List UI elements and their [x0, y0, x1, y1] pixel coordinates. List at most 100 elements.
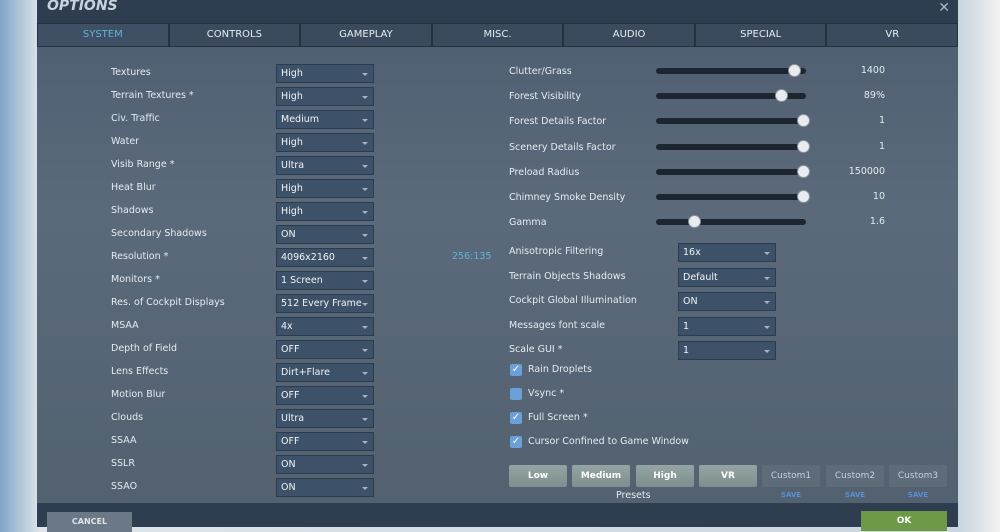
slider-value: 1 [878, 115, 885, 127]
preset-low-button[interactable]: Low [509, 465, 567, 487]
setting-dropdown[interactable]: Default [678, 267, 776, 287]
setting-dropdown[interactable]: Ultra [276, 409, 374, 428]
setting-dropdown[interactable]: High [276, 202, 374, 221]
checkbox-label: Rain Droplets [528, 364, 592, 375]
setting-row: Terrain Objects Shadows Default [509, 267, 809, 287]
slider-label: Scenery Details Factor [509, 141, 616, 153]
setting-dropdown[interactable]: 16x [678, 243, 776, 262]
slider-knob[interactable] [797, 190, 810, 203]
slider-knob[interactable] [687, 215, 701, 229]
slider-knob[interactable] [774, 89, 788, 103]
preset-custom2-button[interactable]: Custom2 [826, 465, 884, 487]
checkmark-icon[interactable]: ✓ [510, 436, 522, 448]
checkmark-icon[interactable]: ✓ [510, 412, 522, 424]
setting-row: Water High [111, 133, 411, 152]
preset-custom3-button[interactable]: Custom3 [889, 465, 947, 487]
slider-row: Forest Details Factor 1 [509, 113, 929, 129]
setting-dropdown[interactable]: OFF [276, 432, 374, 451]
setting-row: Visib Range * Ultra [111, 156, 411, 175]
setting-row: Textures High [111, 64, 411, 83]
setting-row: Shadows High [111, 202, 411, 221]
setting-label: Secondary Shadows [111, 228, 207, 239]
setting-dropdown[interactable]: High [276, 133, 374, 152]
setting-label: SSLR [111, 458, 135, 469]
preset-high-button[interactable]: High [636, 465, 694, 487]
setting-label: Visib Range * [111, 159, 175, 170]
slider-track[interactable] [656, 139, 810, 153]
setting-dropdown[interactable]: ON [276, 225, 374, 244]
setting-row: Lens Effects Dirt+Flare [111, 363, 411, 382]
ok-button[interactable]: OK [861, 511, 947, 531]
setting-dropdown[interactable]: OFF [276, 340, 374, 359]
footer: CANCEL OK [37, 503, 958, 532]
setting-dropdown[interactable]: ON [276, 478, 374, 497]
setting-dropdown[interactable]: ON [276, 455, 374, 474]
setting-row: Cockpit Global Illumination ON [509, 292, 809, 311]
setting-label: Depth of Field [111, 343, 178, 354]
setting-dropdown[interactable]: 1 [678, 341, 776, 360]
slider-track[interactable] [656, 215, 806, 229]
slider-row: Chimney Smoke Density 10 [509, 189, 929, 205]
setting-row: Monitors * 1 Screen [111, 271, 411, 290]
tab-audio[interactable]: AUDIO [563, 23, 695, 47]
slider-knob[interactable] [797, 114, 810, 128]
setting-dropdown[interactable]: High [276, 179, 374, 198]
slider-track[interactable] [656, 190, 810, 203]
tab-vr[interactable]: VR [826, 23, 959, 47]
aspect-ratio: 256:135 [452, 251, 492, 262]
slider-knob[interactable] [788, 64, 801, 77]
checkbox-label: Vsync * [528, 388, 565, 399]
setting-dropdown[interactable]: 1 Screen [276, 271, 374, 290]
checkbox-empty[interactable] [510, 388, 522, 400]
setting-label: MSAA [111, 320, 139, 331]
slider-knob[interactable] [797, 139, 810, 153]
slider-value: 150000 [848, 165, 885, 177]
setting-dropdown[interactable]: 4x [276, 317, 374, 336]
setting-dropdown[interactable]: 1 [678, 316, 776, 336]
setting-label: Clouds [111, 412, 144, 423]
setting-row: SSLR ON [111, 455, 411, 474]
setting-label: Scale GUI * [509, 344, 563, 355]
setting-row: Motion Blur OFF [111, 386, 411, 405]
preset-vr-button[interactable]: VR [699, 465, 757, 487]
save-preset-link[interactable]: SAVE [889, 491, 947, 499]
setting-dropdown[interactable]: High [276, 87, 374, 106]
slider-row: Scenery Details Factor 1 [509, 139, 929, 155]
tab-special[interactable]: SPECIAL [694, 23, 827, 47]
setting-dropdown[interactable]: Medium [276, 110, 374, 129]
save-preset-link[interactable]: SAVE [826, 491, 884, 499]
tab-controls[interactable]: CONTROLS [168, 23, 301, 47]
setting-row: Res. of Cockpit Displays 512 Every Frame [111, 294, 411, 313]
setting-row: Anisotropic Filtering 16x [509, 243, 809, 262]
slider-track[interactable] [656, 64, 806, 77]
tab-system[interactable]: SYSTEM [37, 23, 169, 47]
setting-label: Water [111, 136, 140, 147]
slider-track[interactable] [656, 114, 810, 128]
checkmark-icon[interactable]: ✓ [510, 364, 522, 376]
preset-medium-button[interactable]: Medium [572, 465, 630, 487]
slider-label: Gamma [509, 217, 547, 229]
setting-dropdown[interactable]: Ultra [276, 156, 374, 175]
setting-label: Cockpit Global Illumination [509, 295, 637, 306]
preset-custom1-button[interactable]: Custom1 [762, 465, 820, 487]
slider-knob[interactable] [797, 164, 810, 178]
tab-misc[interactable]: MISC. [431, 23, 564, 47]
slider-value: 1 [878, 140, 885, 152]
cancel-button[interactable]: CANCEL [47, 512, 132, 532]
setting-label: Terrain Objects Shadows [509, 270, 626, 282]
setting-dropdown[interactable]: 4096x2160 [276, 248, 374, 267]
setting-label: Resolution * [111, 251, 169, 262]
setting-dropdown[interactable]: Dirt+Flare [276, 363, 374, 382]
slider-track[interactable] [656, 89, 806, 103]
setting-row: Resolution * 4096x2160 256:135 [111, 248, 491, 267]
window-title: OPTIONS [47, 0, 118, 14]
slider-row: Preload Radius 150000 [509, 164, 929, 180]
setting-dropdown[interactable]: OFF [276, 386, 374, 405]
tab-gameplay[interactable]: GAMEPLAY [300, 23, 432, 47]
slider-track[interactable] [656, 164, 810, 178]
setting-dropdown[interactable]: ON [678, 292, 776, 311]
close-icon[interactable]: ✕ [938, 0, 950, 16]
setting-dropdown[interactable]: High [276, 64, 374, 83]
save-preset-link[interactable]: SAVE [762, 491, 820, 499]
setting-dropdown[interactable]: 512 Every Frame [276, 294, 374, 313]
